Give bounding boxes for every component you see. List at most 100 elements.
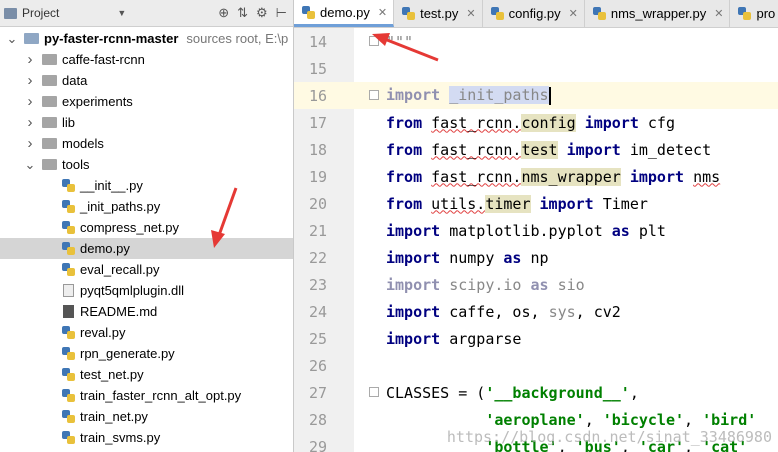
code-line[interactable]: 25 import argparse: [294, 325, 778, 352]
python-file-icon: [62, 242, 75, 255]
code-line[interactable]: 21 import matplotlib.pyplot as plt: [294, 217, 778, 244]
python-file-icon: [592, 7, 606, 20]
tab-nms_wrapper-py[interactable]: nms_wrapper.py ✕: [585, 0, 731, 27]
fold-icon[interactable]: [369, 90, 379, 100]
collapse-icon[interactable]: ⇅: [237, 5, 248, 21]
close-icon[interactable]: ✕: [378, 6, 387, 19]
folder-icon: [24, 33, 39, 44]
chevron-right-icon[interactable]: ›: [24, 135, 36, 152]
tree-item[interactable]: ⌄ py-faster-rcnn-master sources root, E:\p: [0, 28, 293, 49]
code-line[interactable]: 22 import numpy as np: [294, 244, 778, 271]
project-toolbar: Project ▼ ⊕ ⇅ ⚙ ⊢: [0, 0, 293, 27]
tab-pro[interactable]: pro: [730, 0, 778, 27]
tree-item[interactable]: demo.py: [0, 238, 293, 259]
target-icon[interactable]: ⊕: [218, 5, 229, 21]
code-line[interactable]: 19 from fast_rcnn.nms_wrapper import nms: [294, 163, 778, 190]
tree-item-label: compress_net.py: [80, 220, 179, 235]
code-token: 'bicycle': [602, 410, 685, 429]
chevron-down-icon[interactable]: ▼: [117, 8, 126, 18]
line-number: 19: [308, 167, 327, 186]
chevron-right-icon[interactable]: ›: [24, 72, 36, 89]
tree-item-label: data: [62, 73, 88, 88]
tree-item[interactable]: __init__.py: [0, 175, 293, 196]
line-number: 21: [308, 221, 327, 240]
code-text: 'aeroplane', 'bicycle', 'bird': [354, 411, 756, 429]
code-token: test: [521, 140, 558, 159]
tree-item[interactable]: › data: [0, 70, 293, 91]
code-line[interactable]: 27 CLASSES = ('__background__',: [294, 379, 778, 406]
line-number: 24: [308, 302, 327, 321]
watermark: https://blog.csdn.net/sinat_33486980: [446, 428, 772, 446]
code-token: from: [386, 194, 423, 213]
tree-item[interactable]: train_net.py: [0, 406, 293, 427]
tree-item[interactable]: › models: [0, 133, 293, 154]
gear-icon[interactable]: ⚙: [256, 5, 268, 21]
tree-item[interactable]: › lib: [0, 112, 293, 133]
tree-item[interactable]: train_faster_rcnn_alt_opt.py: [0, 385, 293, 406]
folder-icon: [42, 117, 57, 128]
tree-item[interactable]: › experiments: [0, 91, 293, 112]
code-token: fast_rcnn.: [431, 140, 522, 159]
code-token: ,: [584, 410, 603, 429]
code-line[interactable]: 17 from fast_rcnn.config import cfg: [294, 109, 778, 136]
tree-item[interactable]: README.md: [0, 301, 293, 322]
tab-demo-py[interactable]: demo.py ✕: [294, 0, 395, 27]
code-token: import: [386, 86, 441, 105]
close-icon[interactable]: ✕: [714, 7, 723, 20]
line-number: 14: [308, 32, 327, 51]
code-token: 'aeroplane': [485, 410, 585, 429]
close-icon[interactable]: ✕: [466, 7, 475, 20]
hide-icon[interactable]: ⊢: [276, 5, 287, 21]
code-token: import: [629, 167, 685, 186]
chevron-right-icon[interactable]: ›: [24, 93, 36, 110]
tab-test-py[interactable]: test.py ✕: [394, 0, 483, 27]
code-line[interactable]: 18 from fast_rcnn.test import im_detect: [294, 136, 778, 163]
python-file-icon: [62, 263, 75, 276]
fold-icon[interactable]: [369, 387, 379, 397]
code-token: nms: [693, 167, 721, 186]
code-line[interactable]: 24 import caffe, os, sys, cv2: [294, 298, 778, 325]
close-icon[interactable]: ✕: [569, 7, 578, 20]
tree-item[interactable]: train_svms.py: [0, 427, 293, 448]
code-line[interactable]: 20 from utils.timer import Timer: [294, 190, 778, 217]
chevron-right-icon[interactable]: ›: [24, 114, 36, 131]
code-token: fast_rcnn.: [431, 113, 522, 132]
tree-item[interactable]: compress_net.py: [0, 217, 293, 238]
code-line[interactable]: 14 """: [294, 28, 778, 55]
tree-item[interactable]: reval.py: [0, 322, 293, 343]
line-number: 17: [308, 113, 327, 132]
chevron-down-icon[interactable]: ⌄: [24, 157, 36, 173]
code-text: from fast_rcnn.config import cfg: [354, 113, 675, 132]
code-token: im_detect: [620, 140, 712, 159]
tab-config-py[interactable]: config.py ✕: [483, 0, 585, 27]
tree-item-label: demo.py: [80, 241, 130, 256]
tree-item[interactable]: › caffe-fast-rcnn: [0, 49, 293, 70]
project-title[interactable]: Project: [22, 6, 59, 20]
code-token: import: [386, 302, 441, 321]
code-line[interactable]: 26: [294, 352, 778, 379]
code-area[interactable]: 14 """ 15 16 import _init_paths 17 from fast_r…: [294, 28, 778, 452]
code-line[interactable]: 23 import scipy.io as sio: [294, 271, 778, 298]
code-line[interactable]: 15: [294, 55, 778, 82]
code-token: as: [611, 221, 630, 240]
fold-icon[interactable]: [369, 36, 379, 46]
tree-item[interactable]: eval_recall.py: [0, 259, 293, 280]
line-number: 15: [308, 59, 327, 78]
tree-item[interactable]: test_net.py: [0, 364, 293, 385]
code-token: import: [386, 329, 441, 348]
tree-item[interactable]: ⌄ tools: [0, 154, 293, 175]
line-number: 20: [308, 194, 327, 213]
tree-item-label: README.md: [80, 304, 158, 319]
code-token: as: [530, 275, 549, 294]
tree-item[interactable]: pyqt5qmlplugin.dll: [0, 280, 293, 301]
tree-item[interactable]: _init_paths.py: [0, 196, 293, 217]
tab-label: test.py: [420, 6, 459, 21]
chevron-down-icon[interactable]: ⌄: [6, 31, 18, 47]
tree-item[interactable]: rpn_generate.py: [0, 343, 293, 364]
code-line[interactable]: 16 import _init_paths: [294, 82, 778, 109]
chevron-right-icon[interactable]: ›: [24, 51, 36, 68]
python-file-icon: [62, 410, 75, 423]
project-icon: [4, 7, 17, 19]
